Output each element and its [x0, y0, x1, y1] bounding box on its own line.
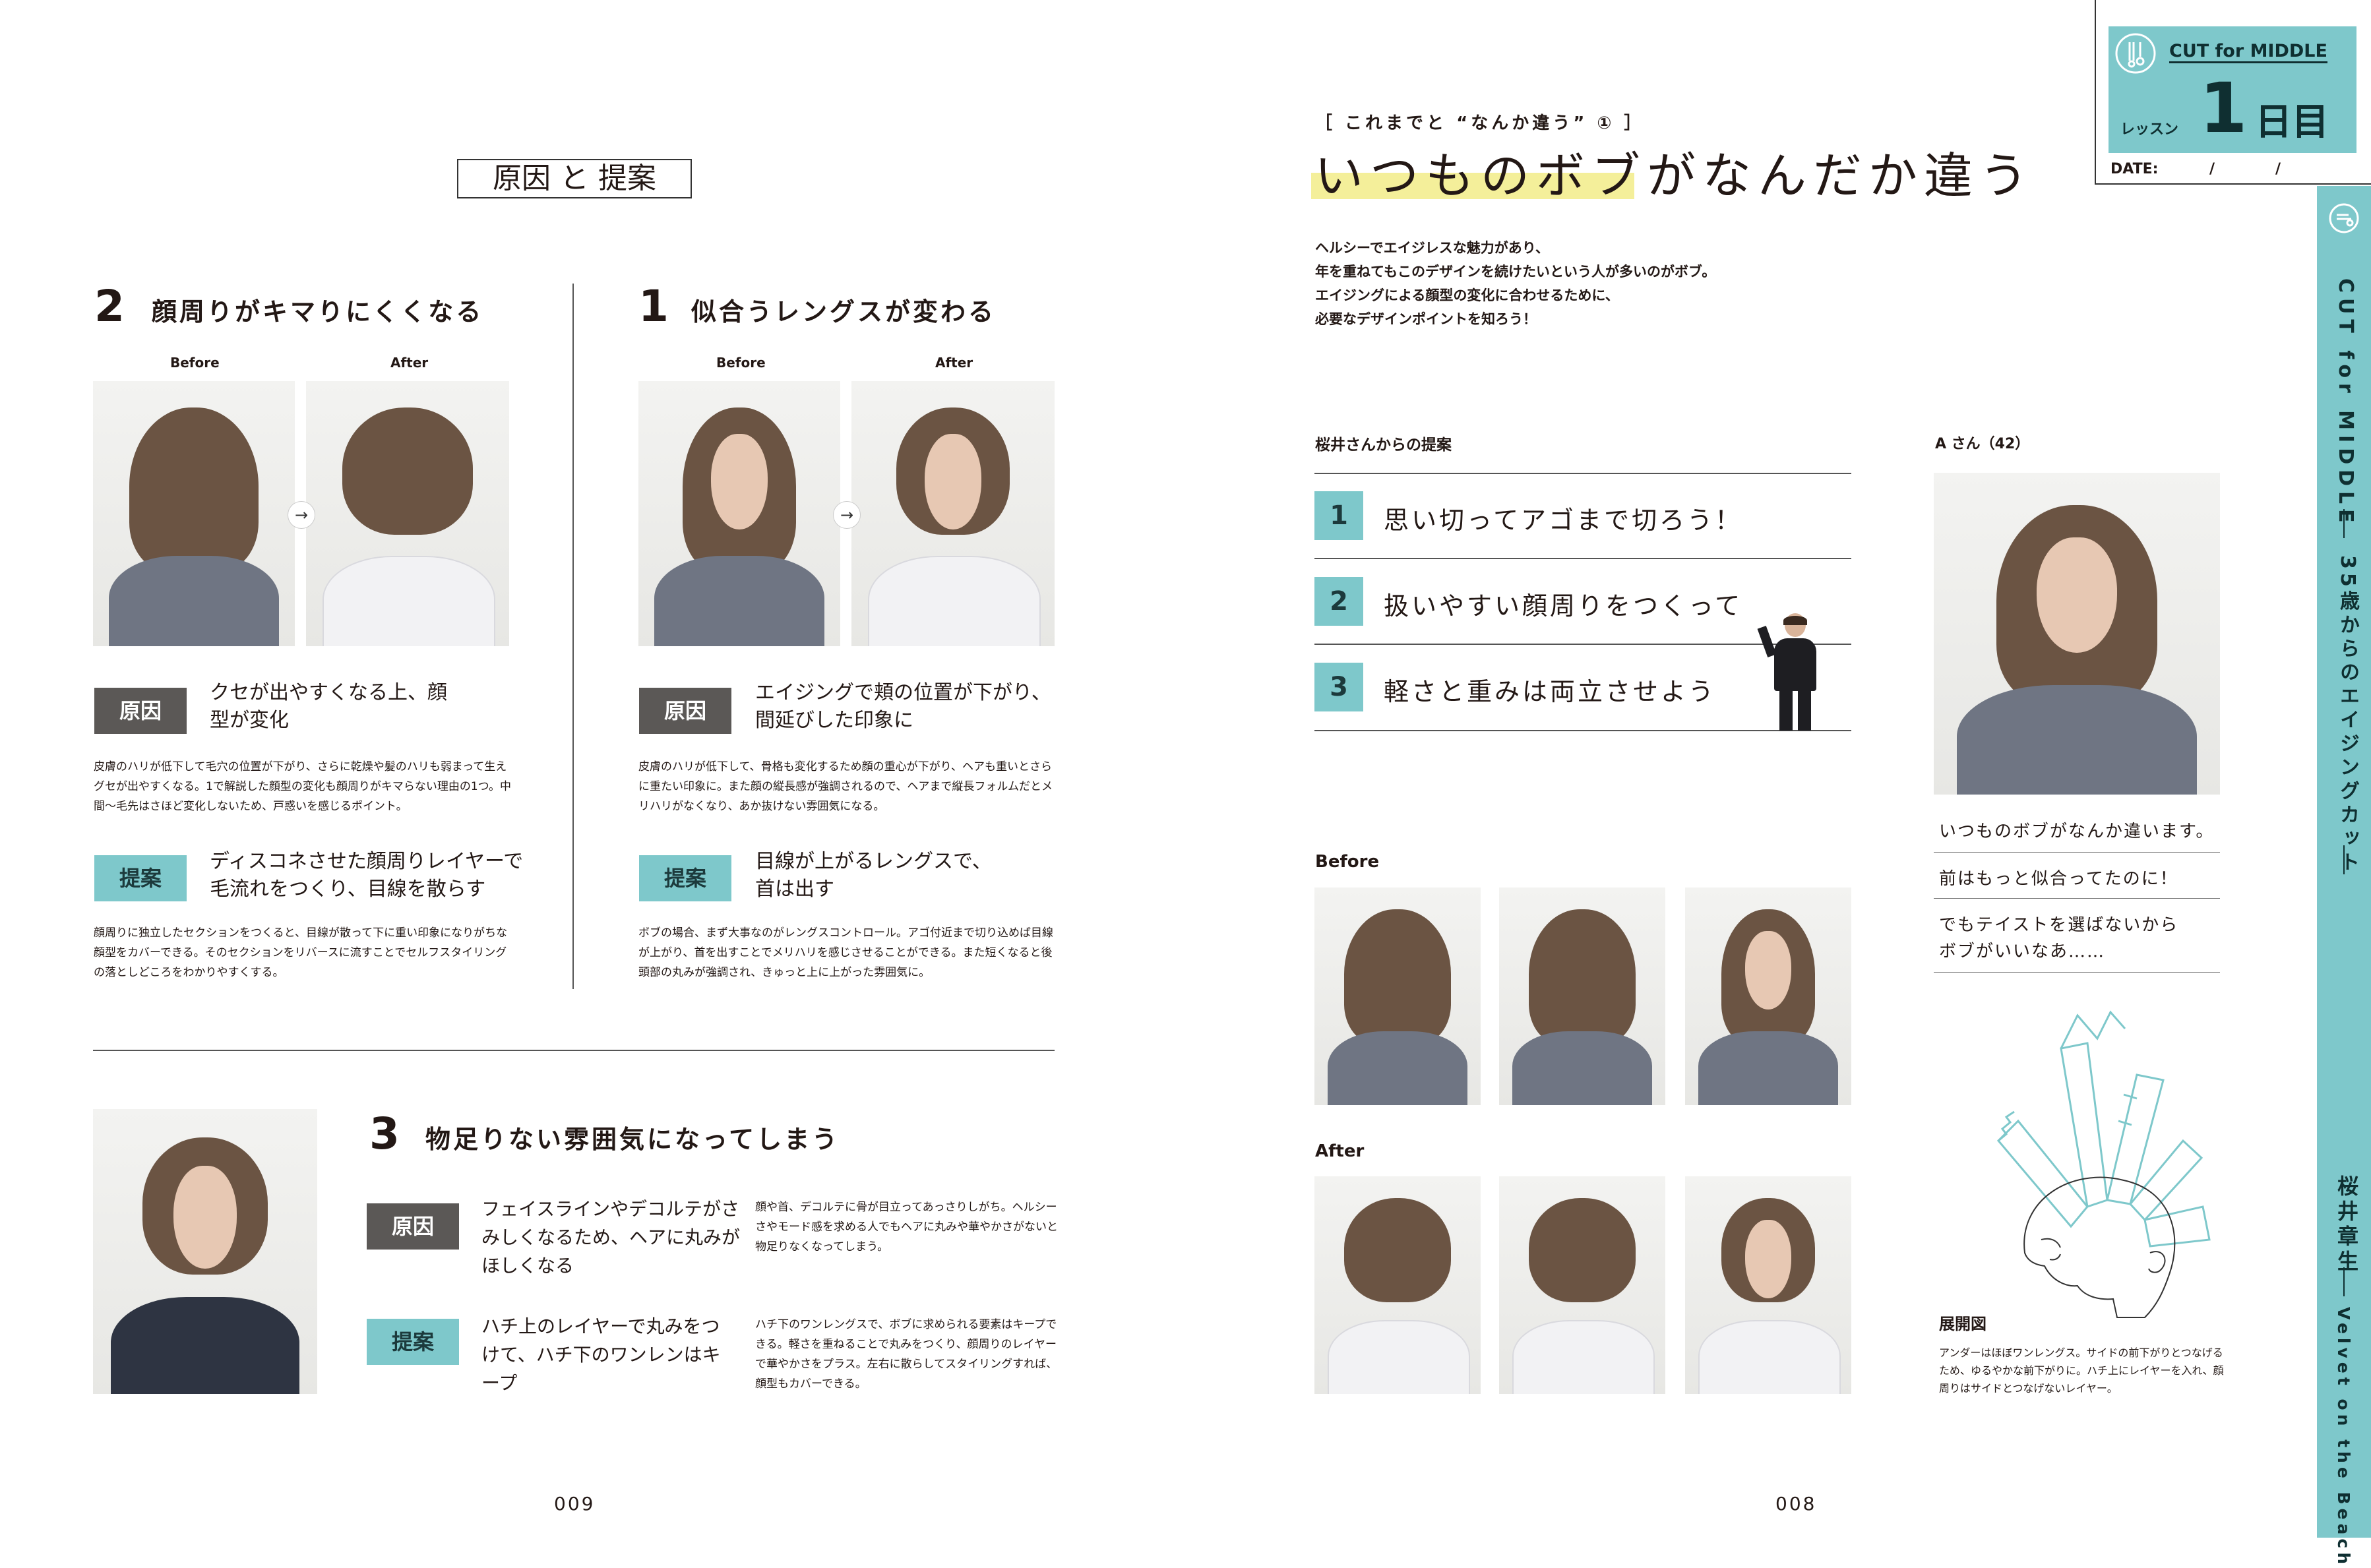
section-3-proposal-desc: ハチ下のワンレングスで、ボブに求められる要素はキープできる。軽さを重ねることで丸…	[755, 1318, 1058, 1391]
scissors-comb-icon	[2329, 203, 2359, 233]
side-tab-subtitle: 35歳からのエイジングカット	[2336, 555, 2359, 876]
section-2-before-photo	[93, 381, 295, 646]
section-1-cause-tag: 原因	[639, 688, 731, 734]
date-separator: /	[2275, 161, 2281, 177]
box-title: 原因 と 提案	[457, 159, 692, 198]
proposals-rule	[1314, 558, 1851, 559]
section-1-after-photo	[851, 381, 1055, 646]
side-tab: CUT for MIDDLE 35歳からのエイジングカット 桜井章生 Velve…	[2317, 186, 2371, 1568]
section-3-cause-text: フェイスラインやデコルテがさみしくなるため、ヘアに丸みがほしくなる	[481, 1198, 741, 1277]
date-separator: /	[2209, 161, 2215, 177]
section-3-cause-desc: 顔や首、デコルテに骨が目立ってあっさりしがち。ヘルシーさやモード感を求める人でも…	[755, 1201, 1058, 1253]
section-1-proposal-desc: ボブの場合、まず大事なのがレングスコントロール。アゴ付近まで切り込めば目線が上が…	[638, 926, 1053, 979]
section-2-proposal-tag: 提案	[94, 855, 187, 901]
section-1-proposal-text: 目線が上がるレングスで、首は出す	[755, 850, 992, 901]
section-3-cause-tag: 原因	[367, 1203, 459, 1250]
quote-rule	[1934, 972, 2220, 973]
side-tab-author: 桜井章生	[2334, 1175, 2359, 1275]
arrow-right-icon: →	[288, 501, 315, 529]
lead-line: 必要なデザインポイントを知ろう！	[1315, 311, 1537, 327]
before-label: Before	[1315, 852, 1380, 872]
proposal-1-text: 思い切ってアゴまで切ろう！	[1384, 506, 1743, 535]
lead-line: 年を重ねてもこのデザインを続けたいという人が多いのがボブ。	[1315, 264, 1716, 280]
left-page-number: 009	[554, 1493, 596, 1515]
section-1-after-label: After	[935, 355, 973, 371]
section-2-after-photo	[306, 381, 509, 646]
section-3-proposal-tag: 提案	[367, 1319, 459, 1365]
quote-1: いつものボブがなんか違います。	[1939, 822, 2215, 841]
section-2-cause-tag: 原因	[94, 688, 187, 734]
side-tab-divider	[2343, 1267, 2345, 1296]
section-2-number: 2	[94, 281, 125, 332]
section-2-proposal-desc: 顔周りに独立したセクションをつくると、目線が散って下に重い印象になりがちな顔型を…	[94, 926, 508, 979]
section-1-before-label: Before	[716, 355, 766, 371]
badge-lesson-unit: 日目	[2255, 101, 2329, 144]
quote-2: 前はもっと似合ってたのに！	[1939, 869, 2178, 889]
scissors-comb-icon	[2115, 33, 2156, 74]
section-2-cause-text: クセが出やすくなる上、顔型が変化	[210, 681, 447, 732]
side-tab-series: CUT for MIDDLE	[2334, 278, 2357, 528]
section-3-proposal-text: ハチ上のレイヤーで丸みをつけて、ハチ下のワンレンはキープ	[481, 1315, 721, 1394]
box-title-text: 原因 と 提案	[493, 162, 656, 195]
lead-text: ヘルシーでエイジレスな魅力があり、 年を重ねてもこのデザインを続けたいという人が…	[1315, 236, 1843, 331]
proposals-heading: 桜井さんからの提案	[1315, 437, 1452, 454]
section-2-before-label: Before	[170, 355, 220, 371]
section-divider	[93, 1050, 1055, 1051]
right-page-number: 008	[1775, 1493, 1817, 1515]
after-photo-front	[1685, 1176, 1851, 1394]
quote-rule	[1934, 852, 2220, 853]
date-label: DATE:	[2110, 161, 2159, 177]
stylist-figure	[1757, 613, 1832, 731]
proposal-2-number: 2	[1314, 577, 1363, 626]
before-photo-front	[1685, 888, 1851, 1105]
arrow-right-icon: →	[833, 501, 861, 529]
proposal-3-number: 3	[1314, 663, 1363, 711]
side-tab-divider	[2343, 509, 2345, 538]
after-label: After	[1315, 1141, 1365, 1161]
model-photo	[1934, 473, 2220, 795]
after-photo-side	[1499, 1176, 1665, 1394]
model-label: A さん（42）	[1935, 436, 2030, 452]
section-1-cause-text: エイジングで頬の位置が下がり、間延びした印象に	[755, 681, 1051, 732]
cut-diagram	[1996, 1010, 2211, 1318]
badge-lesson-label: レッスン	[2120, 121, 2179, 138]
side-tab-salon: Velvet on the Beach	[2334, 1307, 2353, 1568]
badge-series: CUT for MIDDLE	[2169, 41, 2327, 63]
quote-3a: でもテイストを選ばないから	[1939, 915, 2179, 935]
side-tab-divider	[2343, 845, 2345, 874]
diagram-desc: アンダーはほぼワンレングス。サイドの前下がりとつなげるため、ゆるやかな前下がりに…	[1939, 1346, 2224, 1395]
quote-3b: ボブがいいなあ……	[1939, 942, 2106, 961]
lead-line: エイジングによる顔型の変化に合わせるために、	[1315, 287, 1619, 303]
section-3-title: 物足りない雰囲気になってしまう	[425, 1125, 840, 1154]
quote-rule	[1934, 898, 2220, 899]
proposal-2-text: 扱いやすい顔周りをつくって	[1384, 591, 1743, 620]
section-1-before-photo	[638, 381, 840, 646]
lead-line: ヘルシーでエイジレスな魅力があり、	[1315, 240, 1549, 256]
proposals-rule	[1314, 473, 1851, 474]
before-photo-side	[1499, 888, 1665, 1105]
proposal-3-text: 軽さと重みは両立させよう	[1384, 677, 1717, 706]
section-1-title: 似合うレングスが変わる	[691, 297, 997, 326]
page-title: いつものボブがなんだか違う	[1314, 148, 2035, 204]
proposal-1-number: 1	[1314, 491, 1363, 540]
section-1-proposal-tag: 提案	[639, 855, 731, 901]
column-divider	[572, 284, 574, 989]
section-2-title: 顔周りがキマりにくくなる	[152, 297, 484, 326]
section-3-number: 3	[369, 1108, 400, 1159]
diagram-label: 展開図	[1939, 1315, 1986, 1333]
kicker: ［ これまでと “なんか違う” ① ］	[1315, 113, 1645, 133]
section-2-cause-desc: 皮膚のハリが低下して毛穴の位置が下がり、さらに乾燥や髪のハリも弱まって生えグセが…	[94, 760, 511, 813]
section-1-number: 1	[638, 281, 669, 332]
badge-lesson-number: 1	[2200, 68, 2248, 148]
section-2-after-label: After	[390, 355, 429, 371]
section-3-photo	[93, 1109, 317, 1394]
section-2-proposal-text: ディスコネさせた顔周りレイヤーで毛流れをつくり、目線を散らす	[210, 850, 524, 901]
before-photo-back	[1314, 888, 1481, 1105]
after-photo-back	[1314, 1176, 1481, 1394]
section-1-cause-desc: 皮膚のハリが低下して、骨格も変化するため顔の重心が下がり、ヘアも重いとさらに重た…	[638, 760, 1053, 813]
lesson-badge: CUT for MIDDLE レッスン 1 日目	[2109, 26, 2356, 153]
